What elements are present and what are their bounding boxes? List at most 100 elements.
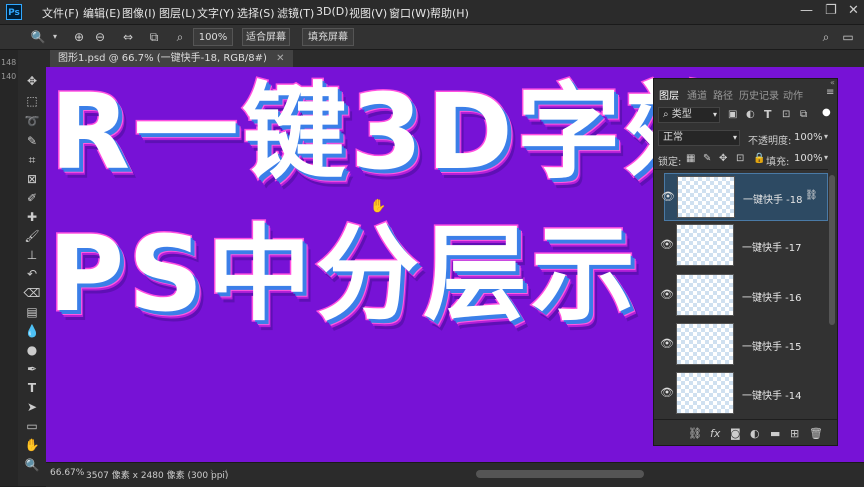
eyedropper-tool-icon[interactable]: ✐ — [22, 189, 42, 207]
menu-view[interactable]: 视图(V) — [349, 5, 387, 21]
horizontal-scrollbar[interactable] — [476, 470, 644, 478]
menu-file[interactable]: 文件(F) — [42, 5, 79, 21]
menu-select[interactable]: 选择(S) — [237, 5, 275, 21]
layer-row[interactable]: 👁 一键快手 -14 — [660, 370, 828, 418]
layer-name[interactable]: 一键快手 -16 — [742, 289, 802, 304]
visibility-eye-icon[interactable]: 👁 — [660, 238, 674, 251]
fill-input[interactable]: 100% — [794, 153, 823, 164]
group-folder-icon[interactable]: ▬ — [770, 427, 780, 440]
zoom-tool-icon[interactable]: 🔍 — [22, 456, 42, 474]
visibility-eye-icon[interactable]: 👁 — [660, 386, 674, 399]
filter-adjustment-icon[interactable]: ◐ — [746, 109, 755, 120]
zoom-out-icon[interactable]: ⊖ — [92, 29, 108, 45]
close-tab-icon[interactable]: ✕ — [276, 53, 284, 64]
workspace-icon[interactable]: ▭ — [840, 29, 856, 45]
move-tool-icon[interactable]: ✥ — [22, 72, 42, 90]
layer-mask-icon[interactable]: ◙ — [730, 427, 741, 440]
layer-name[interactable]: 一键快手 -14 — [742, 387, 802, 402]
fill-screen-button[interactable]: 填充屏幕 — [302, 28, 354, 46]
path-select-tool-icon[interactable]: ➤ — [22, 398, 42, 416]
filter-pixel-icon[interactable]: ▣ — [728, 109, 737, 120]
minimize-icon[interactable]: — — [800, 3, 813, 18]
menu-help[interactable]: 帮助(H) — [430, 5, 469, 21]
lock-transparent-icon[interactable]: ▦ — [686, 153, 695, 164]
filter-toggle-icon[interactable]: ● — [822, 107, 831, 118]
layer-row[interactable]: 👁 一键快手 -17 — [660, 222, 828, 270]
gradient-tool-icon[interactable]: ▤ — [22, 303, 42, 321]
layer-name[interactable]: 一键快手 -15 — [742, 338, 802, 353]
search-icon[interactable]: ⌕ — [818, 29, 834, 45]
menu-image[interactable]: 图像(I) — [122, 5, 156, 21]
opacity-input[interactable]: 100% — [794, 132, 823, 143]
layer-row[interactable]: 👁 一键快手 -16 — [660, 272, 828, 320]
filter-smart-object-icon[interactable]: ⧉ — [800, 109, 807, 120]
lock-image-icon[interactable]: ✎ — [703, 153, 711, 164]
marquee-tool-icon[interactable]: ⬚ — [22, 92, 42, 110]
panel-menu-icon[interactable]: ≡ — [826, 87, 834, 98]
pen-tool-icon[interactable]: ✒ — [22, 360, 42, 378]
new-layer-icon[interactable]: ⊞ — [790, 427, 799, 440]
layer-name[interactable]: 一键快手 -18 — [743, 191, 803, 206]
menu-window[interactable]: 窗口(W) — [389, 5, 430, 21]
filter-shape-icon[interactable]: ⊡ — [782, 109, 790, 120]
zoom-all-windows-icon[interactable]: ⧉ — [146, 29, 162, 45]
chevron-down-icon[interactable]: ▾ — [824, 132, 828, 141]
lock-position-icon[interactable]: ✥ — [719, 153, 727, 164]
eraser-tool-icon[interactable]: ⌫ — [22, 284, 42, 302]
dodge-tool-icon[interactable]: ● — [22, 341, 42, 359]
fit-screen-button[interactable]: 适合屏幕 — [242, 28, 290, 46]
menu-edit[interactable]: 编辑(E) — [83, 5, 121, 21]
zoom-in-icon[interactable]: ⊕ — [71, 29, 87, 45]
resize-windows-icon[interactable]: ⇔ — [120, 29, 136, 45]
visibility-eye-icon[interactable]: 👁 — [660, 337, 674, 350]
lasso-tool-icon[interactable]: ➰ — [22, 112, 42, 130]
tab-actions[interactable]: 动作 — [783, 87, 803, 102]
tab-paths[interactable]: 路径 — [713, 87, 733, 102]
tab-history[interactable]: 历史记录 — [739, 87, 779, 102]
fx-icon[interactable]: fx — [710, 427, 720, 440]
zoom-level[interactable]: 66.67% — [50, 468, 84, 478]
visibility-eye-icon[interactable]: 👁 — [661, 190, 675, 203]
zoom-tool-icon[interactable]: 🔍 — [30, 29, 46, 45]
layer-row[interactable]: 👁 一键快手 -15 — [660, 321, 828, 369]
hand-tool-icon[interactable]: ✋ — [22, 436, 42, 454]
chevron-down-icon[interactable]: ▾ — [824, 153, 828, 162]
menu-layer[interactable]: 图层(L) — [159, 5, 196, 21]
chevron-down-icon[interactable]: ▾ — [47, 29, 63, 45]
blend-mode-select[interactable]: 正常 ▾ — [658, 130, 740, 146]
document-tab[interactable]: 图形1.psd @ 66.7% (一键快手-18, RGB/8#) ✕ — [50, 50, 293, 67]
menu-filter[interactable]: 滤镜(T) — [277, 5, 314, 21]
rectangle-tool-icon[interactable]: ▭ — [22, 417, 42, 435]
tab-channels[interactable]: 通道 — [687, 87, 707, 102]
filter-type-icon[interactable]: T — [764, 108, 772, 121]
collapse-icon[interactable]: « — [830, 78, 835, 87]
delete-layer-icon[interactable]: 🗑 — [809, 427, 823, 440]
history-brush-tool-icon[interactable]: ↶ — [22, 265, 42, 283]
adjustment-layer-icon[interactable]: ◐ — [750, 427, 760, 440]
menu-type[interactable]: 文字(Y) — [197, 5, 234, 21]
layer-name[interactable]: 一键快手 -17 — [742, 239, 802, 254]
brush-tool-icon[interactable]: 🖌 — [22, 227, 42, 245]
zoom-100-button[interactable]: 100% — [193, 28, 233, 46]
chevron-right-icon[interactable]: › — [210, 467, 214, 477]
tab-layers[interactable]: 图层 — [659, 87, 679, 102]
layer-row-selected[interactable]: 👁 一键快手 -18 ⛓ — [661, 173, 828, 221]
close-icon[interactable]: ✕ — [848, 3, 859, 18]
frame-tool-icon[interactable]: ⊠ — [22, 170, 42, 188]
link-layers-icon[interactable]: ⛓ — [688, 427, 702, 440]
blur-tool-icon[interactable]: 💧 — [22, 322, 42, 340]
scrubby-zoom-icon[interactable]: ⌕ — [172, 29, 188, 45]
lock-all-icon[interactable]: 🔒 — [753, 153, 765, 164]
visibility-eye-icon[interactable]: 👁 — [660, 288, 674, 301]
crop-tool-icon[interactable]: ⌗ — [22, 151, 42, 169]
lock-artboard-icon[interactable]: ⊡ — [736, 153, 744, 164]
layers-scrollbar[interactable] — [829, 175, 835, 325]
healing-brush-tool-icon[interactable]: ✚ — [22, 208, 42, 226]
type-tool-icon[interactable]: T — [22, 379, 42, 397]
stamp-tool-icon[interactable]: ⊥ — [22, 246, 42, 264]
quick-select-tool-icon[interactable]: ✎ — [22, 132, 42, 150]
menu-3d[interactable]: 3D(D) — [316, 5, 349, 18]
filter-kind-select[interactable]: ⌕ 类型 ▾ — [658, 107, 720, 123]
restore-icon[interactable]: ❐ — [825, 3, 837, 18]
chevron-left-icon[interactable]: ‹ — [224, 467, 228, 477]
